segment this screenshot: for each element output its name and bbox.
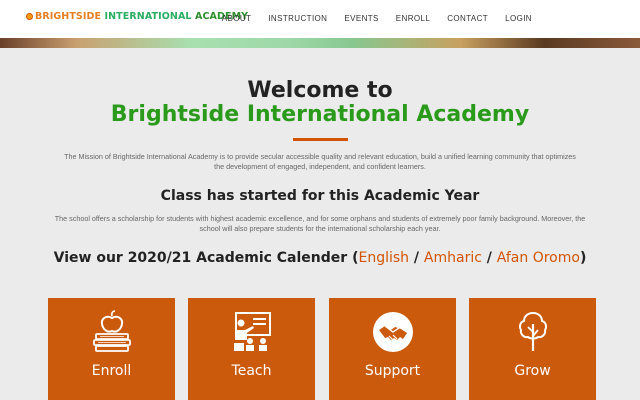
books-apple-icon [48, 310, 175, 354]
grow-card[interactable]: Grow [469, 298, 596, 400]
main-nav: ABOUT INSTRUCTION EVENTS ENROLL CONTACT … [205, 14, 532, 23]
teach-card[interactable]: Teach [188, 298, 315, 400]
hero-image-strip [0, 38, 640, 48]
calendar-link-afan-oromo[interactable]: Afan Oromo [497, 250, 580, 266]
enroll-card-label: Enroll [91, 363, 132, 379]
support-card[interactable]: Support [329, 298, 456, 400]
nav-about[interactable]: ABOUT [222, 14, 252, 23]
handshake-icon [329, 310, 456, 354]
top-navbar: BRIGHTSIDE INTERNATIONAL ACADEMY ABOUT I… [0, 0, 640, 38]
scholarship-text: The school offers a scholarship for stud… [54, 214, 586, 233]
academy-heading: Brightside International Academy [110, 102, 530, 127]
logo-sun-icon [26, 13, 33, 20]
nav-instruction[interactable]: INSTRUCTION [268, 14, 327, 23]
tree-icon [469, 310, 596, 354]
calendar-separator: / [481, 250, 497, 266]
calendar-heading: View our 2020/21 Academic Calender (Engl… [0, 250, 640, 266]
calendar-suffix: ) [579, 250, 587, 266]
welcome-heading: Welcome to [247, 78, 393, 103]
nav-login[interactable]: LOGIN [505, 14, 532, 23]
calendar-link-english[interactable]: English [358, 250, 409, 266]
grow-card-label: Grow [514, 363, 551, 379]
logo-word-1: BRIGHTSIDE [35, 11, 102, 22]
nav-events[interactable]: EVENTS [344, 14, 378, 23]
class-started-heading: Class has started for this Academic Year [160, 188, 480, 204]
support-card-label: Support [364, 363, 421, 379]
enroll-card[interactable]: Enroll [48, 298, 175, 400]
logo-word-2: INTERNATIONAL [104, 11, 192, 22]
heading-divider [293, 138, 348, 141]
mission-text: The Mission of Brightside International … [64, 152, 576, 171]
calendar-link-amharic[interactable]: Amharic [424, 250, 482, 266]
nav-contact[interactable]: CONTACT [447, 14, 488, 23]
calendar-separator: / [409, 250, 424, 266]
nav-enroll[interactable]: ENROLL [396, 14, 430, 23]
teacher-board-icon [188, 310, 315, 354]
teach-card-label: Teach [231, 363, 272, 379]
action-cards: Enroll Teach Support Grow [48, 298, 598, 400]
calendar-prefix: View our 2020/21 Academic Calender ( [53, 250, 359, 266]
